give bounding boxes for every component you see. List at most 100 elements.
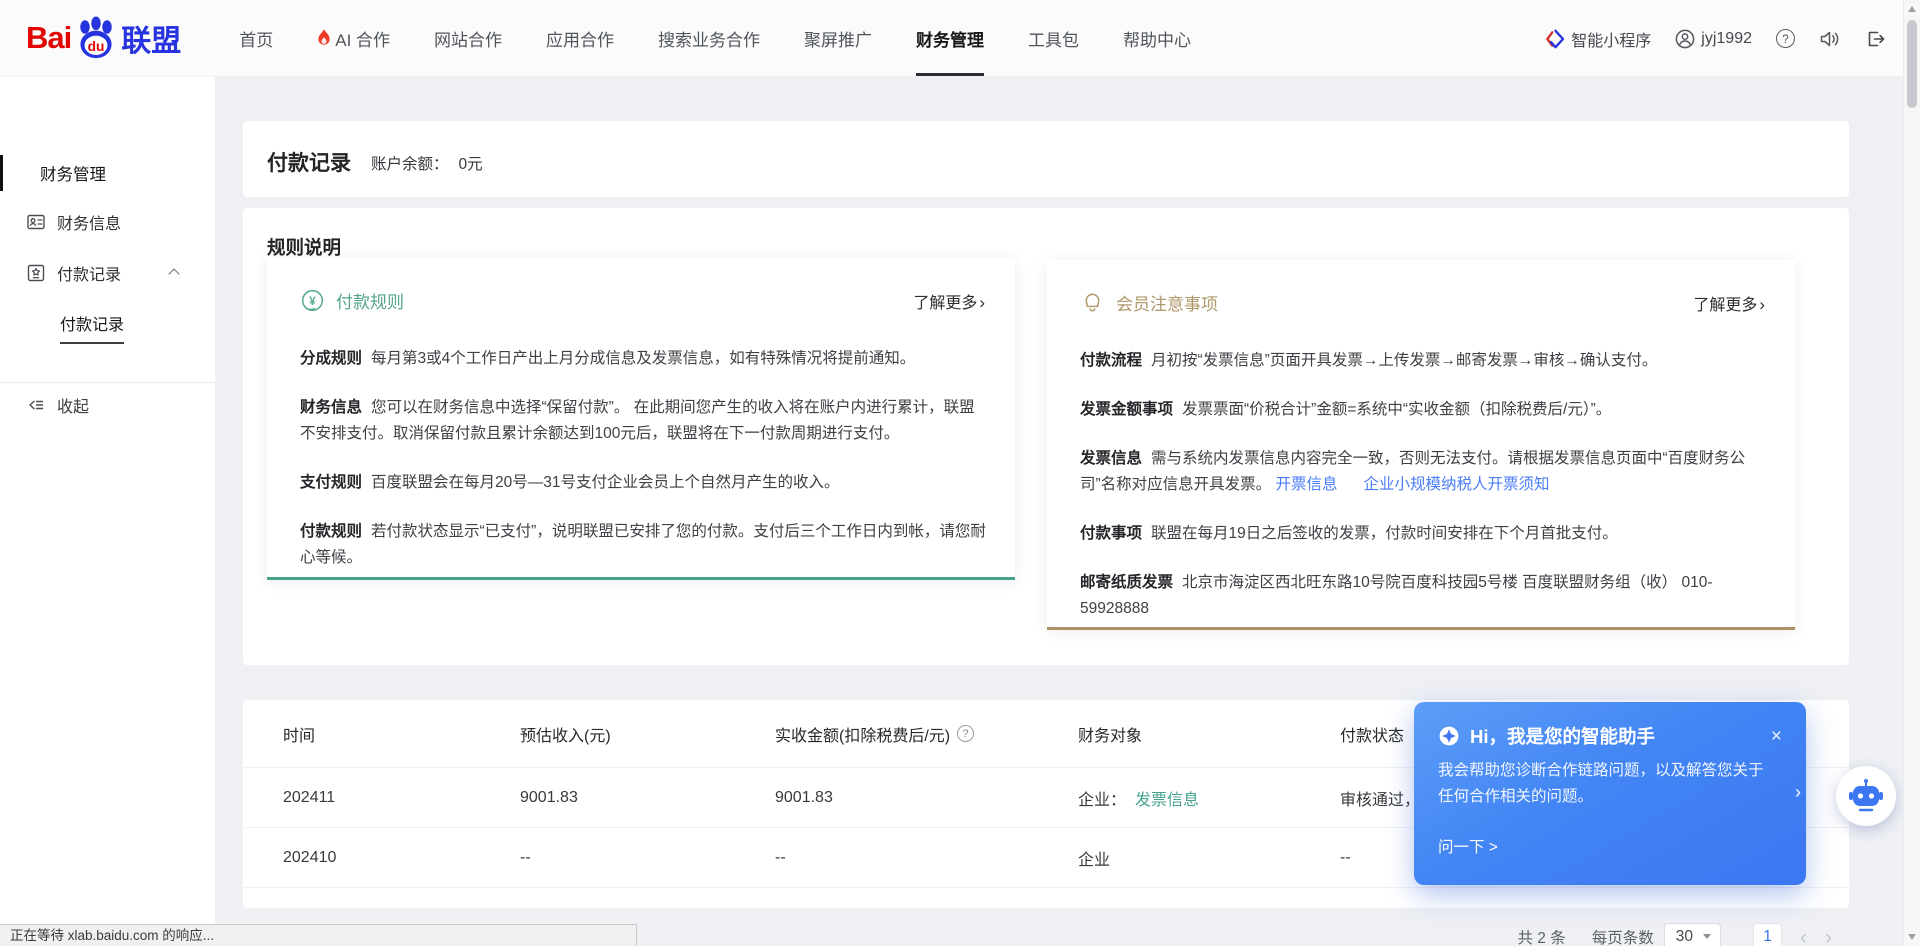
logo-text-union: 联盟: [121, 16, 181, 60]
nav-label: 搜索业务合作: [658, 26, 760, 51]
scrollbar-down-arrow[interactable]: [1908, 934, 1916, 940]
sidebar-item-payment-record[interactable]: 付款记录: [0, 253, 215, 293]
main-nav: 首页 AI 合作 网站合作 应用合作 搜索业务合作 聚屏推广 财务管理 工具包 …: [217, 0, 1213, 76]
nav-item-toolkit[interactable]: 工具包: [1006, 0, 1101, 76]
cell-time: 202410: [283, 849, 520, 867]
close-icon[interactable]: ×: [1771, 727, 1782, 746]
top-navbar: Bai du 联盟 首页 AI 合作 网站合作 应用合作 搜索: [0, 0, 1920, 77]
nav-item-search-biz[interactable]: 搜索业务合作: [636, 0, 782, 76]
question-circle-icon[interactable]: ?: [957, 725, 974, 742]
learn-more-label: 了解更多: [913, 295, 977, 312]
nav-label: 应用合作: [546, 26, 614, 51]
logout-icon[interactable]: [1865, 29, 1886, 49]
rule-label: 财务信息: [300, 399, 362, 416]
sidebar-collapse-button[interactable]: 收起: [0, 385, 215, 425]
cell-estimated: --: [520, 849, 775, 867]
rule-text: 百度联盟会在每月20号—31号支付企业会员上个自然月产生的收入。: [371, 474, 839, 491]
page-button-1[interactable]: 1: [1753, 923, 1782, 946]
sidebar: 财务管理 财务信息 付款记录 付款记录: [0, 77, 215, 946]
scrollbar-thumb[interactable]: [1907, 20, 1917, 108]
rules-panel: 规则说明 ¥ 付款规则 了解更多› 分成规则每月第3或4个工作日产出上月分成信息…: [243, 208, 1849, 665]
logo-text-bai: Bai: [26, 20, 71, 56]
nav-item-app[interactable]: 应用合作: [524, 0, 636, 76]
assistant-header: Hi，我是您的智能助手 ×: [1438, 723, 1782, 749]
balance-value: 0元: [459, 152, 483, 174]
assistant-robot-avatar[interactable]: [1836, 766, 1896, 826]
miniprogram-entry[interactable]: 智能小程序: [1545, 27, 1651, 51]
assistant-title: Hi，我是您的智能助手: [1470, 723, 1655, 749]
rule-label: 付款流程: [1080, 352, 1142, 369]
rule-label: 支付规则: [300, 474, 362, 491]
invoice-info-link[interactable]: 开票信息: [1275, 476, 1337, 493]
nav-item-home[interactable]: 首页: [217, 0, 295, 76]
nav-label: 财务管理: [916, 26, 984, 51]
nav-item-finance[interactable]: 财务管理: [894, 0, 1006, 76]
rule-text: 发票票面“价税合计”金额=系统中“实收金额（扣除税费后/元）”。: [1182, 401, 1611, 418]
nav-item-help-center[interactable]: 帮助中心: [1101, 0, 1213, 76]
payment-rules-card-title: 付款规则: [336, 288, 404, 313]
member-notes-card-body: 付款流程月初按“发票信息”页面开具发票→上传发票→邮寄发票→审核→确认支付。 发…: [1080, 348, 1766, 645]
rule-label: 付款事项: [1080, 525, 1142, 542]
sidebar-active-indicator: [0, 155, 3, 191]
sidebar-subitem-payment-record[interactable]: 付款记录: [60, 311, 124, 344]
nav-item-ai[interactable]: AI 合作: [295, 0, 412, 76]
cell-estimated: 9001.83: [520, 789, 775, 807]
help-icon[interactable]: ?: [1776, 29, 1795, 48]
nav-item-screen-ads[interactable]: 聚屏推广: [782, 0, 894, 76]
account-balance: 账户余额： 0元: [371, 152, 483, 174]
rule-paragraph: 发票金额事项发票票面“价税合计”金额=系统中“实收金额（扣除税费后/元）”。: [1080, 397, 1766, 423]
col-estimated-income: 预估收入(元): [520, 722, 775, 746]
pagination: 共 2 条 每页条数 30 1 ‹ ›: [1518, 921, 1833, 946]
flame-icon: [317, 29, 331, 47]
rule-text: 联盟在每月19日之后签收的发票，付款时间安排在下个月首批支付。: [1151, 525, 1618, 542]
robot-icon: [1844, 774, 1888, 818]
payment-rules-card: ¥ 付款规则 了解更多› 分成规则每月第3或4个工作日产出上月分成信息及发票信息…: [267, 258, 1015, 580]
scrollbar-up-arrow[interactable]: [1908, 6, 1916, 12]
next-page-button[interactable]: ›: [1825, 927, 1832, 946]
navbar-right: 智能小程序 jyj1992 ?: [1545, 0, 1886, 77]
total-count: 共 2 条: [1518, 926, 1566, 946]
assistant-popup: Hi，我是您的智能助手 × 我会帮助您诊断合作链路问题，以及解答您关于任何合作相…: [1414, 702, 1806, 885]
rule-paragraph: 发票信息需与系统内发票信息内容完全一致，否则无法支付。请根据发票信息页面中“百度…: [1080, 446, 1766, 498]
ask-now-link[interactable]: 问一下 >: [1438, 835, 1498, 857]
rule-label: 分成规则: [300, 350, 362, 367]
learn-more-link-payment[interactable]: 了解更多›: [913, 289, 985, 313]
chevron-up-icon[interactable]: [168, 268, 179, 279]
baidu-union-logo[interactable]: Bai du 联盟: [26, 16, 181, 60]
learn-more-label: 了解更多: [1693, 297, 1757, 314]
rule-label: 付款规则: [300, 523, 362, 540]
learn-more-link-member[interactable]: 了解更多›: [1693, 291, 1765, 315]
nav-label: 网站合作: [434, 26, 502, 51]
nav-item-website[interactable]: 网站合作: [412, 0, 524, 76]
rule-text: 北京市海淀区西北旺东路10号院百度科技园5号楼 百度联盟财务组（收） 010-5…: [1080, 574, 1713, 617]
invoice-info-row-link[interactable]: 发票信息: [1135, 786, 1199, 810]
speaker-icon[interactable]: [1819, 29, 1841, 49]
prev-page-button[interactable]: ‹: [1800, 927, 1807, 946]
rule-text: 月初按“发票信息”页面开具发票→上传发票→邮寄发票→审核→确认支付。: [1151, 352, 1657, 369]
chevron-right-icon: ›: [979, 293, 985, 312]
member-notes-card: 会员注意事项 了解更多› 付款流程月初按“发票信息”页面开具发票→上传发票→邮寄…: [1047, 260, 1795, 630]
user-account[interactable]: jyj1992: [1675, 29, 1752, 49]
col-actual-amount: 实收金额(扣除税费后/元) ?: [775, 722, 1078, 746]
assistant-expand-chevron[interactable]: ›: [1795, 782, 1801, 803]
page: Bai du 联盟 首页 AI 合作 网站合作 应用合作 搜索: [0, 0, 1920, 946]
rule-paragraph: 邮寄纸质发票北京市海淀区西北旺东路10号院百度科技园5号楼 百度联盟财务组（收）…: [1080, 570, 1766, 622]
page-title: 付款记录: [267, 147, 351, 177]
small-taxpayer-notice-link[interactable]: 企业小规模纳税人开票须知: [1364, 476, 1550, 493]
caret-down-icon: [1703, 934, 1711, 939]
rule-label: 发票信息: [1080, 450, 1142, 467]
per-page-select[interactable]: 30: [1664, 923, 1721, 946]
sidebar-divider: [0, 382, 215, 383]
sidebar-item-finance-info[interactable]: 财务信息: [0, 202, 215, 242]
rule-text: 每月第3或4个工作日产出上月分成信息及发票信息，如有特殊情况将提前通知。: [371, 350, 915, 367]
member-notes-card-title: 会员注意事项: [1116, 290, 1218, 315]
finance-target-label: 企业：: [1078, 786, 1126, 810]
question-glyph: ?: [1782, 32, 1789, 46]
rule-paragraph: 付款规则若付款状态显示“已支付”，说明联盟已安排了您的付款。支付后三个工作日内到…: [300, 519, 986, 571]
sidebar-title-finance[interactable]: 财务管理: [40, 161, 106, 185]
payment-rules-icon: ¥: [300, 288, 325, 313]
assistant-message: 我会帮助您诊断合作链路问题，以及解答您关于任何合作相关的问题。: [1438, 758, 1768, 810]
sidebar-item-label: 财务信息: [57, 210, 121, 234]
payment-rules-card-body: 分成规则每月第3或4个工作日产出上月分成信息及发票信息，如有特殊情况将提前通知。…: [300, 346, 986, 594]
nav-label: 帮助中心: [1123, 26, 1191, 51]
